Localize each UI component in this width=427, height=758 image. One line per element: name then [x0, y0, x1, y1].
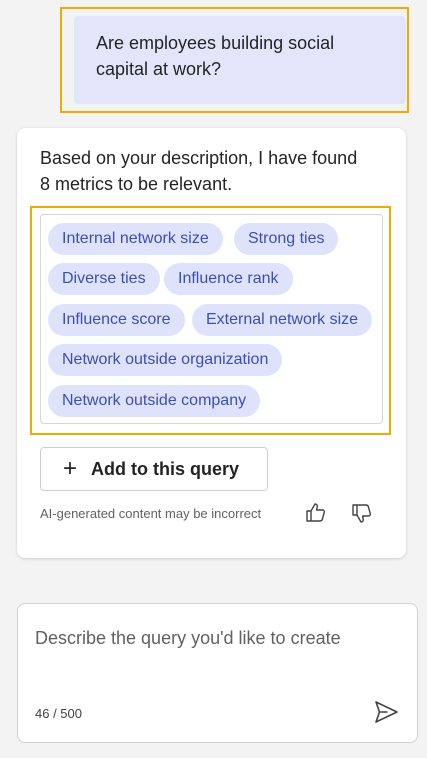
query-input-box[interactable]: Describe the query you'd like to create …: [17, 603, 418, 743]
response-text: Based on your description, I have found …: [40, 148, 358, 194]
metric-chip-internal-network-size[interactable]: Internal network size: [48, 223, 223, 255]
metric-chip-network-outside-organization[interactable]: Network outside organization: [48, 344, 283, 376]
user-message-text: Are employees building social capital at…: [96, 33, 335, 79]
send-icon[interactable]: [372, 698, 400, 726]
thumbs-up-icon[interactable]: [304, 501, 328, 525]
user-message-bubble: Are employees building social capital at…: [74, 16, 406, 104]
assistant-response-card: Based on your description, I have found …: [17, 128, 406, 558]
ai-disclaimer: AI-generated content may be incorrect: [40, 506, 262, 521]
metrics-list: Internal network size Strong ties Divers…: [40, 214, 383, 424]
metric-chip-diverse-ties[interactable]: Diverse ties: [48, 263, 160, 295]
add-to-query-label: Add to this query: [91, 458, 240, 479]
metric-chip-influence-rank[interactable]: Influence rank: [164, 263, 293, 295]
metric-chip-strong-ties[interactable]: Strong ties: [234, 223, 339, 255]
metric-chip-external-network-size[interactable]: External network size: [192, 304, 373, 336]
plus-icon: +: [63, 455, 78, 482]
metric-chip-network-outside-company[interactable]: Network outside company: [48, 385, 261, 417]
thumbs-down-icon[interactable]: [350, 501, 374, 525]
character-count: 46 / 500: [35, 706, 82, 721]
metric-chip-influence-score[interactable]: Influence score: [48, 304, 185, 336]
add-to-query-button[interactable]: + Add to this query: [40, 447, 268, 491]
query-input-placeholder[interactable]: Describe the query you'd like to create: [35, 628, 341, 649]
